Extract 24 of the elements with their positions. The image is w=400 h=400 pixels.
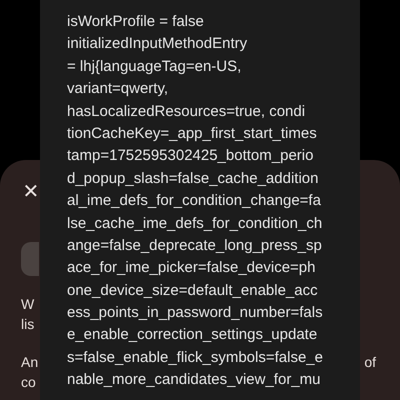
close-button[interactable]: ✕ <box>21 180 41 204</box>
debug-text-line: ace_for_ime_picker=false_device=ph <box>67 258 316 278</box>
body-text: An <box>21 353 38 372</box>
debug-text-line: initializedInputMethodEntry <box>67 34 248 54</box>
debug-text-line: d_popup_slash=false_cache_addition <box>67 168 320 189</box>
input-field[interactable] <box>21 242 39 276</box>
debug-text-line: isWorkProfile = false <box>67 12 205 32</box>
debug-text-line: lse_cache_ime_defs_for_condition_ch <box>67 214 324 234</box>
debug-text-line: tamp=1752595302425_bottom_perio <box>67 146 314 166</box>
debug-text-line: tionCacheKey=_app_first_start_times <box>67 124 318 144</box>
debug-text-line: ange=false_deprecate_long_press_sp <box>67 236 323 256</box>
body-text: W <box>21 295 34 314</box>
debug-text-line: hasLocalizedResources=true, condi <box>67 102 306 122</box>
debug-text-line: s=false_enable_flick_symbols=false_e <box>67 348 324 368</box>
debug-text-line: ess_points_in_password_number=fals <box>67 303 324 324</box>
body-text: co <box>21 373 36 392</box>
debug-text-line: nable_more_candidates_view_for_mu <box>67 370 322 390</box>
debug-text-line: e_enable_correction_settings_update <box>67 325 318 346</box>
debug-text-line: one_device_size=default_enable_acc <box>67 280 319 301</box>
body-text: lis <box>21 315 34 334</box>
debug-text-line: al_ime_defs_for_condition_change=fa <box>67 191 322 212</box>
body-text: of <box>364 353 376 372</box>
debug-text-line: = lhj{languageTag=en-US, <box>67 56 242 77</box>
debug-text-line: variant=qwerty, <box>67 79 170 100</box>
